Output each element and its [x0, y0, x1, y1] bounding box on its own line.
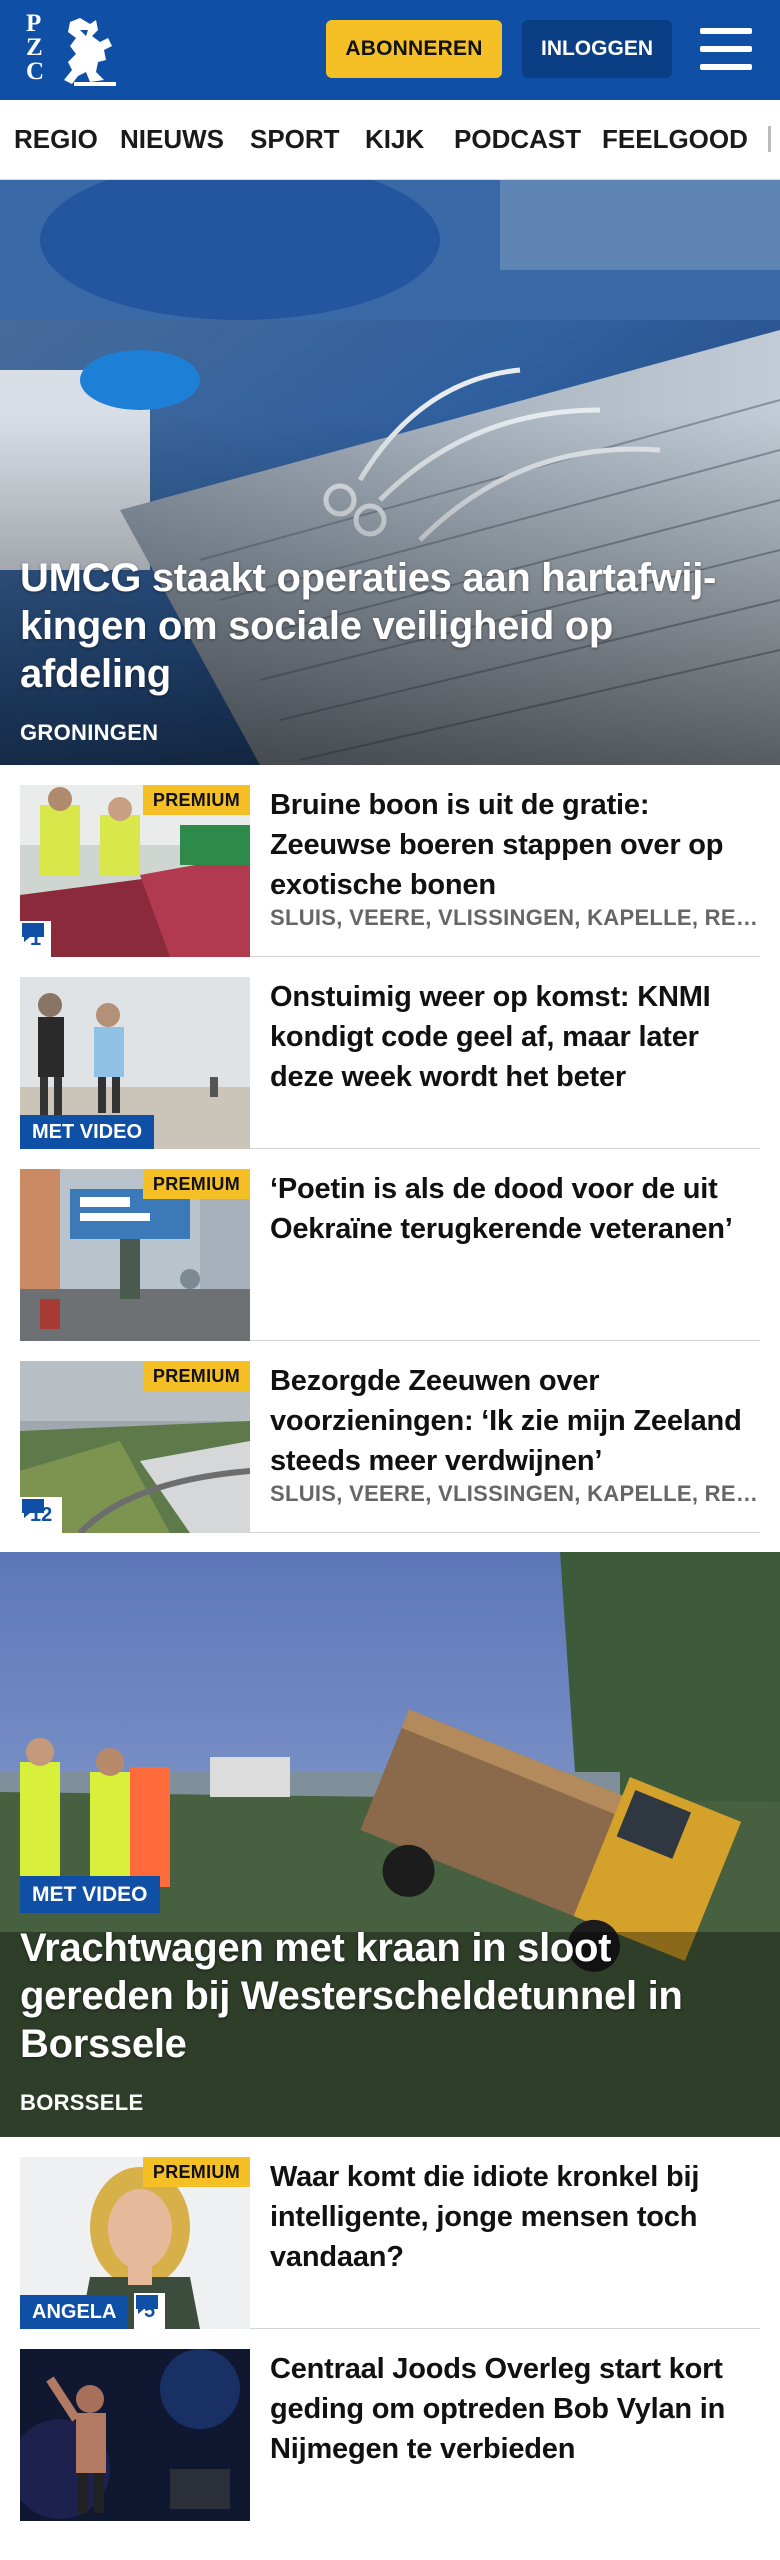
article-thumbnail: MET VIDEO	[20, 977, 250, 1149]
hero2-location-tag: BORSSELE	[20, 2090, 144, 2115]
login-button[interactable]: INLOGGEN	[522, 20, 672, 78]
site-logo[interactable]: P Z C	[26, 11, 118, 88]
premium-badge: PREMIUM	[142, 785, 250, 815]
article-title[interactable]: Onstuimig weer op komst: KNMI kondigt co…	[270, 977, 760, 1097]
list-item[interactable]: PREMIUM ‘Poetin is als de dood voor de u…	[20, 1149, 760, 1341]
comment-count[interactable]: 5	[134, 2293, 166, 2329]
article-title[interactable]: Waar komt die idiote kronkel bij intelli…	[270, 2157, 760, 2277]
article-locations: SLUIS, VEERE, VLISSINGEN, KAPELLE, REIME…	[270, 905, 760, 930]
article-title[interactable]: Centraal Joods Overleg start kort geding…	[270, 2349, 760, 2469]
menu-icon[interactable]	[700, 26, 752, 72]
nav-item-podcast[interactable]: PODCAST	[454, 124, 581, 155]
nav-scroll-indicator	[768, 126, 771, 152]
article-thumbnail: PREMIUM 1	[20, 785, 250, 957]
nav-item-feelgood[interactable]: FEELGOOD	[602, 124, 748, 155]
premium-badge: PREMIUM	[142, 1361, 250, 1391]
premium-badge: PREMIUM	[142, 1169, 250, 1199]
nav-item-nieuws[interactable]: NIEUWS	[120, 124, 224, 155]
article-locations: SLUIS, VEERE, VLISSINGEN, KAPELLE, REIME…	[270, 1481, 760, 1506]
top-bar: P Z C ABONNEREN INLOGGEN	[0, 0, 780, 100]
comment-icon	[22, 923, 44, 942]
article-title[interactable]: ‘Poetin is als de dood voor de uit Oekra…	[270, 1169, 760, 1249]
author-badge[interactable]: ANGELA	[20, 2295, 129, 2329]
subscribe-button[interactable]: ABONNEREN	[326, 20, 502, 78]
comment-count[interactable]: 12	[20, 1497, 63, 1533]
article-thumbnail: PREMIUM 12	[20, 1361, 250, 1533]
hero-article[interactable]: UMCG staakt operaties aan hartafwij-king…	[0, 180, 780, 765]
article-thumbnail: PREMIUM ANGELA 5	[20, 2157, 250, 2329]
nav-item-regio[interactable]: REGIO	[14, 124, 98, 155]
comment-icon	[22, 1499, 44, 1518]
list-item[interactable]: PREMIUM 1 Bruine boon is uit de gratie: …	[20, 765, 760, 957]
list-item[interactable]: PREMIUM ANGELA 5 Waar komt die idiote kr…	[20, 2137, 760, 2329]
list-item[interactable]: PREMIUM 12 Bezorgde Zeeuwen over voorzie…	[20, 1341, 760, 1533]
article-title[interactable]: Bruine boon is uit de gratie: Zeeuwse bo…	[270, 785, 760, 905]
article-title[interactable]: Bezorgde Zeeuwen over voorzieningen: ‘Ik…	[270, 1361, 760, 1481]
hero-title[interactable]: UMCG staakt operaties aan hartafwij-king…	[20, 554, 760, 698]
hero-location-tag: GRONINGEN	[20, 720, 159, 745]
premium-badge: PREMIUM	[142, 2157, 250, 2187]
video-badge: MET VIDEO	[20, 1115, 155, 1149]
comment-count[interactable]: 1	[20, 921, 52, 957]
concert-photo	[20, 2349, 250, 2521]
nav-item-sport[interactable]: SPORT	[250, 124, 340, 155]
list-item[interactable]: MET VIDEO Onstuimig weer op komst: KNMI …	[20, 957, 760, 1149]
article-thumbnail: PREMIUM	[20, 1169, 250, 1341]
hero2-title[interactable]: Vrachtwagen met kraan in sloot gereden b…	[20, 1924, 760, 2068]
video-badge: MET VIDEO	[20, 1876, 160, 1913]
comment-icon	[136, 2295, 158, 2314]
featured-video-article[interactable]: MET VIDEO Vrachtwagen met kraan in sloot…	[0, 1552, 780, 2137]
section-nav: REGIO NIEUWS SPORT KIJK PODCAST FEELGOOD	[0, 100, 780, 180]
article-thumbnail	[20, 2349, 250, 2521]
nav-item-kijk[interactable]: KIJK	[365, 124, 424, 155]
list-item[interactable]: Centraal Joods Overleg start kort geding…	[20, 2329, 760, 2521]
lion-emblem-icon	[64, 18, 116, 86]
